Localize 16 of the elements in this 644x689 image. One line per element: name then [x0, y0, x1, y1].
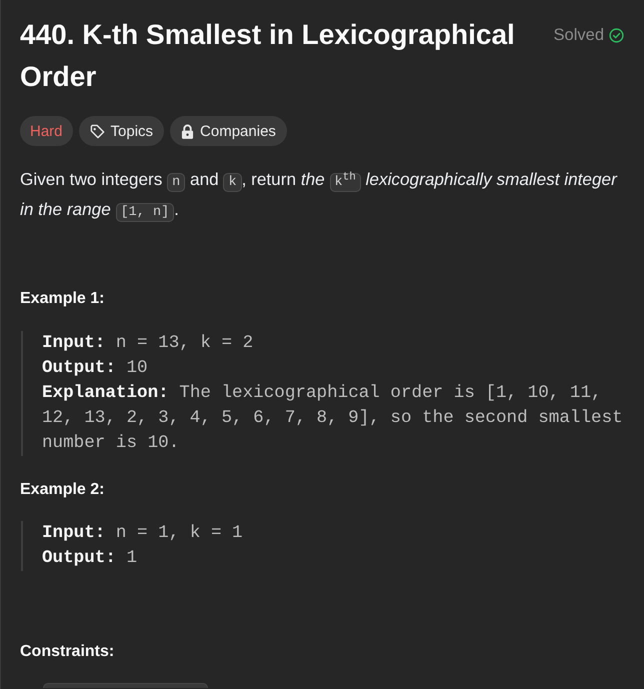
problem-description: Given two integers n and k , return the k$^{th}$ lexicographically smallest integer in the range [1, n] . — [20, 168, 618, 224]
difficulty-badge: Hard — [20, 116, 73, 146]
lock-icon — [181, 124, 194, 138]
tag-icon — [90, 124, 105, 138]
example-line: Input: n = 13, k = 2 — [42, 332, 254, 355]
example-line: Input: n = 1, k = 1 — [42, 522, 244, 545]
example-line: Output: 1 — [42, 547, 138, 570]
example-line: Explanation: The lexicographical order is [1, 10, 11, 12, 13, 2, 3, 4, 5, 6, 7, 8, 9], so the second smallest number is 10. — [42, 382, 624, 455]
companies-button[interactable]: Companies — [170, 116, 287, 146]
problem-title: 440. K-th Smallest in Lexicographical Order — [20, 18, 516, 94]
example-heading: Example 1: — [20, 289, 106, 309]
constraints-heading: Constraints: — [20, 642, 116, 662]
topics-button[interactable]: Topics — [78, 116, 164, 146]
solved-label: Solved — [554, 25, 604, 45]
example-line: Output: 10 — [42, 357, 149, 380]
example-heading: Example 2: — [20, 480, 106, 500]
